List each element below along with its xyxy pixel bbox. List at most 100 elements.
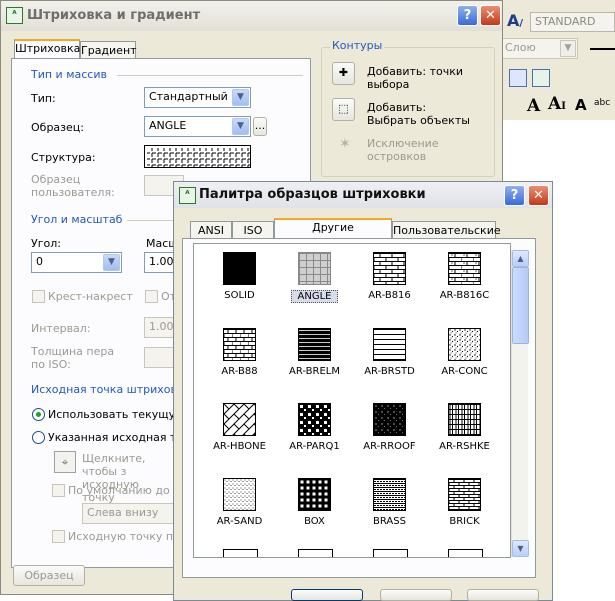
pattern-name: AR-RSHKE <box>439 441 490 452</box>
pattern-preview <box>223 403 256 436</box>
tab-gradient[interactable]: Градиент <box>80 41 137 59</box>
palette-bottom-button-2[interactable] <box>380 589 452 601</box>
layer-combo-arrow-icon[interactable]: ▼ <box>560 40 576 57</box>
pattern-preview <box>223 478 256 511</box>
palette-title-bar[interactable]: ᴬ Палитра образцов штриховки ? ✕ <box>174 182 552 208</box>
pattern-swatch-partial[interactable] <box>373 549 408 557</box>
text-edit-icon[interactable]: A <box>575 96 587 114</box>
angle-group-heading: Угол и масштаб <box>31 213 123 226</box>
tab-gradient-label: Градиент <box>81 44 137 57</box>
tab-custom-label: Пользовательские <box>393 224 501 237</box>
chevron-down-icon[interactable]: ▼ <box>232 118 249 135</box>
add-select-objects-button[interactable]: ⬚ <box>332 98 355 121</box>
remove-islands-icon[interactable]: ✶ <box>334 134 356 156</box>
pattern-name: AR-SAND <box>216 516 263 527</box>
pattern-swatch-ar-conc[interactable]: AR-CONC <box>427 322 502 392</box>
pen-width-label: Толщина пера по ISO: <box>31 345 115 371</box>
tab-hatch[interactable]: Штриховка <box>14 39 80 59</box>
help-button[interactable]: ? <box>457 5 478 26</box>
pattern-swatch-partial[interactable] <box>448 549 483 557</box>
pattern-preview <box>223 252 256 285</box>
pattern-swatch-partial[interactable] <box>298 549 333 557</box>
relative-checkbox[interactable] <box>145 290 158 303</box>
pattern-name: BRASS <box>373 516 406 527</box>
pattern-swatch-ar-b816c[interactable]: AR-B816C <box>427 246 502 316</box>
pattern-swatch-brass[interactable]: BRASS <box>352 472 427 542</box>
pattern-preview <box>298 403 331 436</box>
pattern-preview <box>373 328 406 361</box>
pattern-preview <box>448 403 481 436</box>
pattern-name: AR-B816 <box>368 290 411 301</box>
tool-icon-1[interactable] <box>509 69 527 87</box>
pattern-swatch-ar-b88[interactable]: AR-B88 <box>202 322 277 392</box>
pattern-swatch-ar-brstd[interactable]: AR-BRSTD <box>352 322 427 392</box>
text-a-icon[interactable]: A <box>527 96 540 116</box>
tab-custom[interactable]: Пользовательские <box>392 221 501 239</box>
text-ai-icon[interactable]: AI <box>548 94 566 114</box>
pattern-swatch-ar-parq1[interactable]: AR-PARQ1 <box>277 397 352 467</box>
pattern-swatch-partial[interactable] <box>223 549 258 557</box>
preview-button[interactable]: Образец <box>13 565 85 586</box>
pattern-swatch-angle[interactable]: ANGLE <box>277 246 352 316</box>
tab-ansi-label: ANSI <box>198 224 224 237</box>
pattern-swatch-box[interactable]: BOX <box>277 472 352 542</box>
close-button[interactable]: ✕ <box>480 5 501 26</box>
palette-close-button[interactable]: ✕ <box>528 185 549 206</box>
origin-position-combo[interactable]: Слева внизу <box>82 503 177 524</box>
pattern-preview <box>223 328 256 361</box>
pattern-swatch-ar-brelm[interactable]: AR-BRELM <box>277 322 352 392</box>
palette-bottom-button-3[interactable] <box>467 589 539 601</box>
pick-origin-icon[interactable]: ⌖ <box>54 451 76 473</box>
chevron-down-icon[interactable]: ▼ <box>103 254 120 271</box>
use-current-origin-radio[interactable] <box>32 408 45 421</box>
autocad-icon: ᴬ <box>6 7 23 24</box>
crosshatch-checkbox[interactable] <box>32 290 45 303</box>
tab-other-standard[interactable]: Другие стандартные <box>274 218 392 250</box>
origin-position-value: Слева внизу <box>87 506 159 519</box>
pattern-preview <box>373 478 406 511</box>
tool-icon-2[interactable] <box>532 69 550 87</box>
type-combo[interactable]: Стандартный ▼ <box>144 87 251 108</box>
tab-iso[interactable]: ISO <box>232 221 274 239</box>
pattern-browse-button[interactable]: ... <box>253 117 267 136</box>
pattern-swatch-grid: SOLID ANGLE AR-B816 AR-B816C AR-B88 AR-B… <box>193 243 511 558</box>
add-select-objects-label: Добавить: Выбрать объекты <box>367 101 470 127</box>
scroll-thumb[interactable] <box>512 267 529 344</box>
scroll-down-icon[interactable]: ▼ <box>512 540 529 557</box>
add-pick-points-button[interactable]: ✚ <box>332 62 355 85</box>
pattern-swatch-ar-sand[interactable]: AR-SAND <box>202 472 277 542</box>
pattern-swatch-ar-rroof[interactable]: AR-RROOF <box>352 397 427 467</box>
tab-ansi[interactable]: ANSI <box>190 221 232 239</box>
palette-bottom-button-1[interactable] <box>291 589 363 601</box>
remove-islands-label: Исключение островков <box>367 137 439 163</box>
dialog-title-bar[interactable]: ᴬ Штриховка и градиент ? ✕ <box>1 1 502 31</box>
pattern-label: Образец: <box>31 121 84 134</box>
text-style-icon[interactable]: A/ <box>507 11 529 31</box>
default-extents-checkbox[interactable] <box>52 484 65 497</box>
store-origin-checkbox[interactable] <box>52 530 65 543</box>
pattern-grid-scrollbar[interactable]: ▲ ▼ <box>511 250 529 557</box>
palette-help-button[interactable]: ? <box>504 185 525 206</box>
style-name-combo[interactable]: STANDARD <box>530 12 615 32</box>
angle-combo[interactable]: 0 ▼ <box>31 252 122 273</box>
pattern-name: AR-PARQ1 <box>289 441 340 452</box>
pattern-name: AR-CONC <box>441 366 488 377</box>
pattern-swatch-ar-hbone[interactable]: AR-HBONE <box>202 397 277 467</box>
pattern-swatch-ar-rshke[interactable]: AR-RSHKE <box>427 397 502 467</box>
lineweight-icon[interactable] <box>590 48 615 50</box>
hidden-contour-icon[interactable] <box>334 165 356 179</box>
pattern-preview <box>448 252 481 285</box>
pattern-swatch-brick[interactable]: BRICK <box>427 472 502 542</box>
pattern-preview <box>298 252 331 285</box>
abc-icon[interactable]: abc <box>594 98 614 114</box>
pattern-name: ANGLE <box>291 290 338 303</box>
pattern-preview <box>373 403 406 436</box>
pattern-swatch-ar-b816[interactable]: AR-B816 <box>352 246 427 316</box>
structure-swatch[interactable] <box>144 145 251 168</box>
chevron-down-icon[interactable]: ▼ <box>232 89 249 106</box>
specified-origin-radio[interactable] <box>32 431 45 444</box>
pattern-swatch-solid[interactable]: SOLID <box>202 246 277 316</box>
tab-iso-label: ISO <box>243 224 263 237</box>
scroll-up-icon[interactable]: ▲ <box>512 250 529 267</box>
pattern-combo[interactable]: ANGLE ▼ <box>144 116 251 137</box>
